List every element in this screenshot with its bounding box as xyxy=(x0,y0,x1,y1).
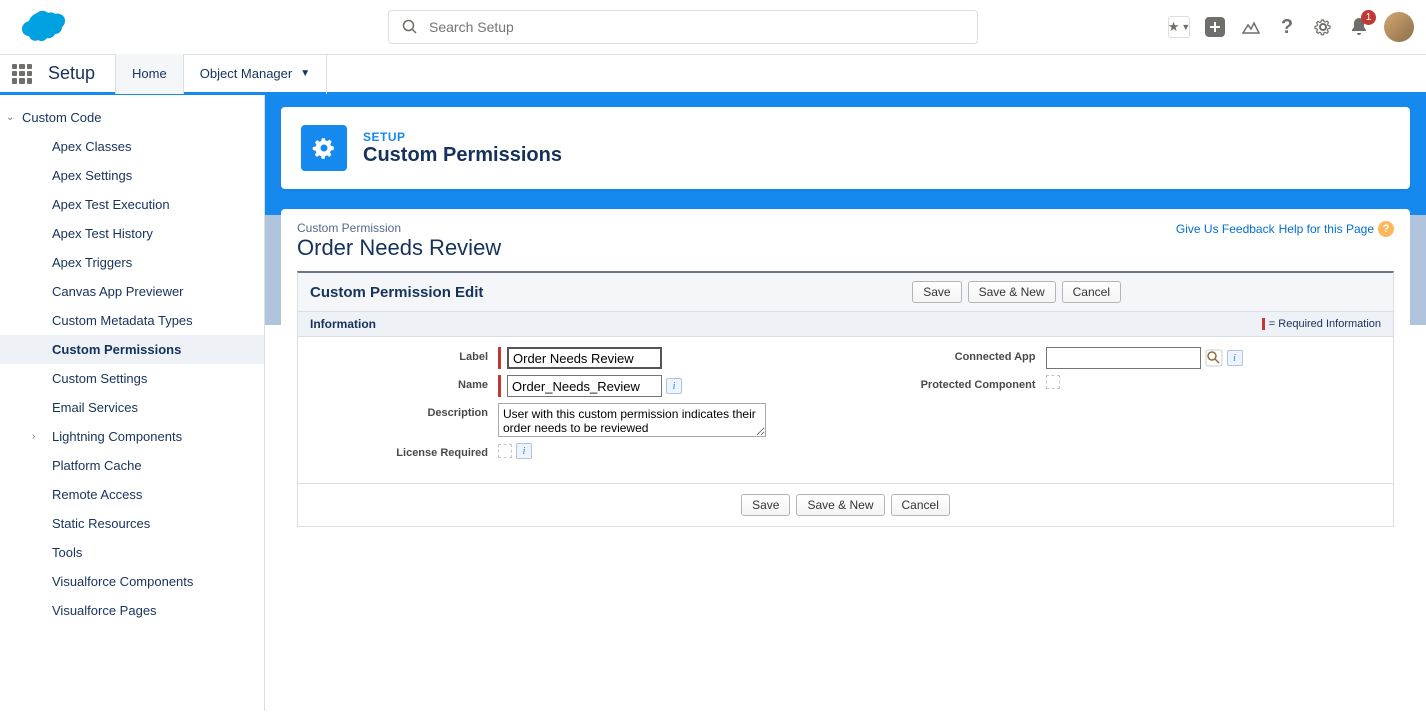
label-input[interactable] xyxy=(507,347,662,369)
protected-checkbox[interactable] xyxy=(1046,375,1060,389)
feedback-link[interactable]: Give Us Feedback xyxy=(1176,222,1275,236)
info-icon[interactable]: i xyxy=(516,443,532,459)
salesforce-logo xyxy=(16,9,68,45)
tree-item-custom-permissions[interactable]: Custom Permissions xyxy=(0,335,264,364)
global-header: ★▼ ? 1 xyxy=(0,0,1426,55)
tree-item-custom-metadata-types[interactable]: Custom Metadata Types xyxy=(0,306,264,335)
add-button[interactable] xyxy=(1204,16,1226,38)
header-actions: ★▼ ? 1 xyxy=(1168,12,1414,42)
page-title: Custom Permissions xyxy=(363,144,562,167)
save-button[interactable]: Save xyxy=(912,281,961,303)
main-content: SETUP Custom Permissions Custom Permissi… xyxy=(265,95,1426,711)
trailhead-icon[interactable] xyxy=(1240,16,1262,38)
license-checkbox[interactable] xyxy=(498,444,512,458)
cancel-button-bottom[interactable]: Cancel xyxy=(891,494,950,516)
notifications-button[interactable]: 1 xyxy=(1348,16,1370,38)
tree-item-platform-cache[interactable]: Platform Cache xyxy=(0,451,264,480)
tree-section-custom-code[interactable]: ⌄ Custom Code xyxy=(0,103,264,132)
tree-item-apex-triggers[interactable]: Apex Triggers xyxy=(0,248,264,277)
panel-title: Custom Permission Edit xyxy=(310,284,483,301)
chevron-right-icon: › xyxy=(32,431,46,442)
tree-item-remote-access[interactable]: Remote Access xyxy=(0,480,264,509)
required-legend: = Required Information xyxy=(1262,317,1381,331)
search-container xyxy=(388,10,978,44)
notification-badge: 1 xyxy=(1361,10,1376,25)
save-new-button[interactable]: Save & New xyxy=(968,281,1056,303)
favorites-button[interactable]: ★▼ xyxy=(1168,16,1190,38)
help-links: Give Us Feedback Help for this Page ? xyxy=(1176,221,1394,237)
setup-gear-icon[interactable] xyxy=(1312,16,1334,38)
star-icon: ★ xyxy=(1168,19,1180,35)
page-eyebrow: SETUP xyxy=(363,130,562,144)
tree-item-email-services[interactable]: Email Services xyxy=(0,393,264,422)
tree-item-lightning-components[interactable]: ›Lightning Components xyxy=(0,422,264,451)
label-protected: Protected Component xyxy=(866,375,1046,391)
app-name: Setup xyxy=(48,63,95,84)
chevron-down-icon: ⌄ xyxy=(6,112,20,123)
required-indicator xyxy=(498,375,501,397)
info-icon[interactable]: i xyxy=(666,378,682,394)
lookup-icon[interactable] xyxy=(1205,349,1223,367)
tree-item-canvas-app-previewer[interactable]: Canvas App Previewer xyxy=(0,277,264,306)
save-button-bottom[interactable]: Save xyxy=(741,494,790,516)
info-icon[interactable]: i xyxy=(1227,350,1243,366)
avatar[interactable] xyxy=(1384,12,1414,42)
description-input[interactable] xyxy=(498,403,766,437)
tree-item-visualforce-components[interactable]: Visualforce Components xyxy=(0,567,264,596)
page-header: SETUP Custom Permissions xyxy=(281,107,1410,189)
help-link[interactable]: Help for this Page xyxy=(1279,222,1374,236)
label-connected-app: Connected App xyxy=(866,347,1046,363)
app-launcher-icon[interactable] xyxy=(12,64,32,84)
tree-item-custom-settings[interactable]: Custom Settings xyxy=(0,364,264,393)
chevron-down-icon: ▼ xyxy=(1181,22,1190,32)
help-icon[interactable]: ? xyxy=(1378,221,1394,237)
help-icon[interactable]: ? xyxy=(1276,16,1298,38)
tree-item-apex-classes[interactable]: Apex Classes xyxy=(0,132,264,161)
tree-item-apex-test-history[interactable]: Apex Test History xyxy=(0,219,264,248)
entity-type-label: Custom Permission xyxy=(297,221,501,235)
tree-item-visualforce-pages[interactable]: Visualforce Pages xyxy=(0,596,264,625)
connected-app-input[interactable] xyxy=(1046,347,1201,369)
label-label: Label xyxy=(318,347,498,363)
label-description: Description xyxy=(318,403,498,419)
chevron-down-icon: ▼ xyxy=(300,68,310,79)
save-new-button-bottom[interactable]: Save & New xyxy=(796,494,884,516)
search-input[interactable] xyxy=(388,10,978,44)
tree-item-apex-test-execution[interactable]: Apex Test Execution xyxy=(0,190,264,219)
gear-icon xyxy=(301,125,347,171)
required-indicator xyxy=(498,347,501,369)
info-section-label: Information xyxy=(310,317,376,331)
name-input[interactable] xyxy=(507,375,662,397)
label-name: Name xyxy=(318,375,498,391)
label-license: License Required xyxy=(318,443,498,459)
tab-object-manager[interactable]: Object Manager▼ xyxy=(184,54,327,94)
detail-card: Custom Permission Order Needs Review Giv… xyxy=(281,209,1410,547)
context-bar: Setup Home Object Manager▼ xyxy=(0,55,1426,95)
tree-item-static-resources[interactable]: Static Resources xyxy=(0,509,264,538)
tree-item-apex-settings[interactable]: Apex Settings xyxy=(0,161,264,190)
cancel-button[interactable]: Cancel xyxy=(1062,281,1121,303)
setup-tree[interactable]: ⌄ Custom Code Apex Classes Apex Settings… xyxy=(0,95,265,711)
edit-panel: Custom Permission Edit Save Save & New C… xyxy=(297,271,1394,527)
tab-home[interactable]: Home xyxy=(115,54,184,94)
entity-title: Order Needs Review xyxy=(297,235,501,261)
search-icon xyxy=(402,19,418,38)
tree-item-tools[interactable]: Tools xyxy=(0,538,264,567)
